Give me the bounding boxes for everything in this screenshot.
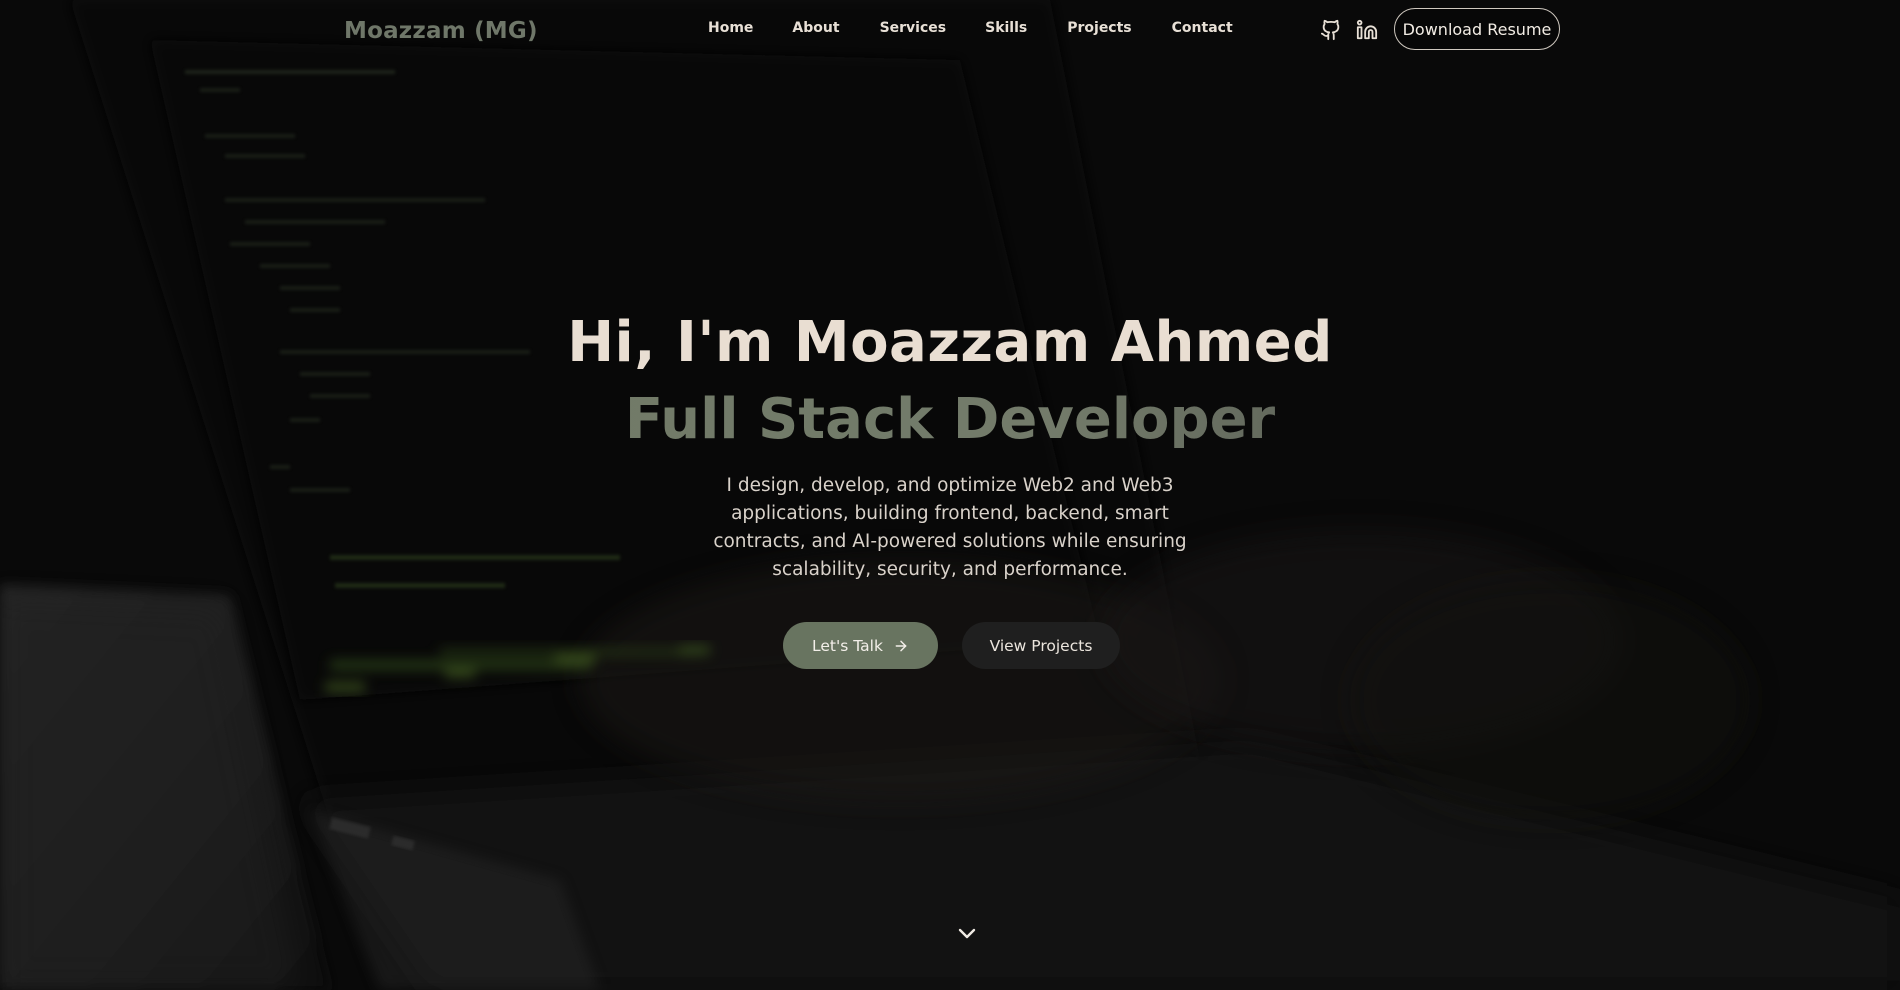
lets-talk-button[interactable]: Let's Talk: [783, 622, 938, 669]
download-resume-button[interactable]: Download Resume: [1394, 8, 1560, 50]
hero-description: I design, develop, and optimize Web2 and…: [713, 475, 1187, 580]
github-icon[interactable]: [1320, 19, 1342, 41]
nav-link-home[interactable]: Home: [708, 20, 753, 36]
top-navbar: Moazzam (MG) Home About Services Skills …: [0, 0, 1900, 60]
nav-link-services[interactable]: Services: [880, 20, 947, 36]
nav-link-about[interactable]: About: [792, 20, 839, 36]
nav-links: Home About Services Skills Projects Cont…: [708, 20, 1233, 36]
nav-link-projects[interactable]: Projects: [1067, 20, 1131, 36]
nav-link-contact[interactable]: Contact: [1172, 20, 1233, 36]
nav-link-skills[interactable]: Skills: [985, 20, 1027, 36]
brand-logo[interactable]: Moazzam (MG): [344, 18, 538, 44]
view-projects-button[interactable]: View Projects: [962, 622, 1120, 669]
hero-section: Moazzam (MG) Home About Services Skills …: [0, 0, 1900, 990]
hero-title: Hi, I'm Moazzam Ahmed: [567, 310, 1333, 375]
chevron-down-icon[interactable]: [955, 922, 979, 946]
lets-talk-label: Let's Talk: [812, 636, 883, 655]
arrow-right-icon: [893, 638, 909, 654]
linkedin-icon[interactable]: [1356, 19, 1378, 41]
hero-subtitle: Full Stack Developer: [0, 392, 1900, 448]
